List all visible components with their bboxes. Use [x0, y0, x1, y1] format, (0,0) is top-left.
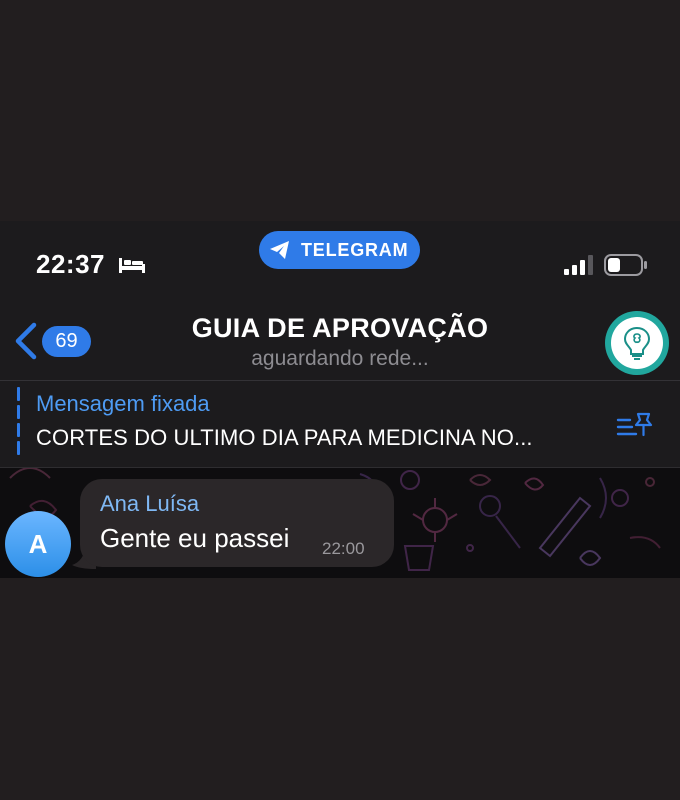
chat-status: aguardando rede... — [251, 347, 429, 370]
message-text: Gente eu passei — [100, 523, 290, 553]
telegram-screen: 22:37 TELEGRAM 69 GUIA DE APROVAÇÃO agua… — [0, 221, 680, 578]
sender-avatar[interactable]: A — [5, 511, 71, 577]
group-avatar[interactable] — [605, 311, 669, 375]
status-time: 22:37 — [36, 249, 105, 279]
signal-icon — [564, 255, 593, 275]
pinned-indicator — [17, 387, 20, 459]
message-time: 22:00 — [322, 539, 365, 558]
message-bubble[interactable]: Ana Luísa Gente eu passei 22:00 — [80, 479, 394, 567]
chat-title[interactable]: GUIA DE APROVAÇÃO — [0, 313, 680, 344]
pinned-label: Mensagem fixada — [36, 391, 210, 416]
bed-icon — [119, 258, 145, 273]
telegram-plane-icon — [270, 241, 289, 259]
battery-icon — [604, 254, 647, 276]
pinned-text: CORTES DO ULTIMO DIA PARA MEDICINA NO... — [36, 425, 533, 450]
telegram-pill-label: TELEGRAM — [301, 240, 409, 260]
message-sender[interactable]: Ana Luísa — [100, 491, 199, 517]
chat-header: 22:37 TELEGRAM 69 GUIA DE APROVAÇÃO agua… — [0, 221, 680, 381]
pinned-message-bar[interactable]: Mensagem fixada CORTES DO ULTIMO DIA PAR… — [0, 381, 680, 467]
lightbulb-icon — [623, 326, 651, 360]
pinned-list-icon[interactable] — [616, 411, 654, 441]
telegram-pill[interactable]: TELEGRAM — [259, 231, 420, 269]
